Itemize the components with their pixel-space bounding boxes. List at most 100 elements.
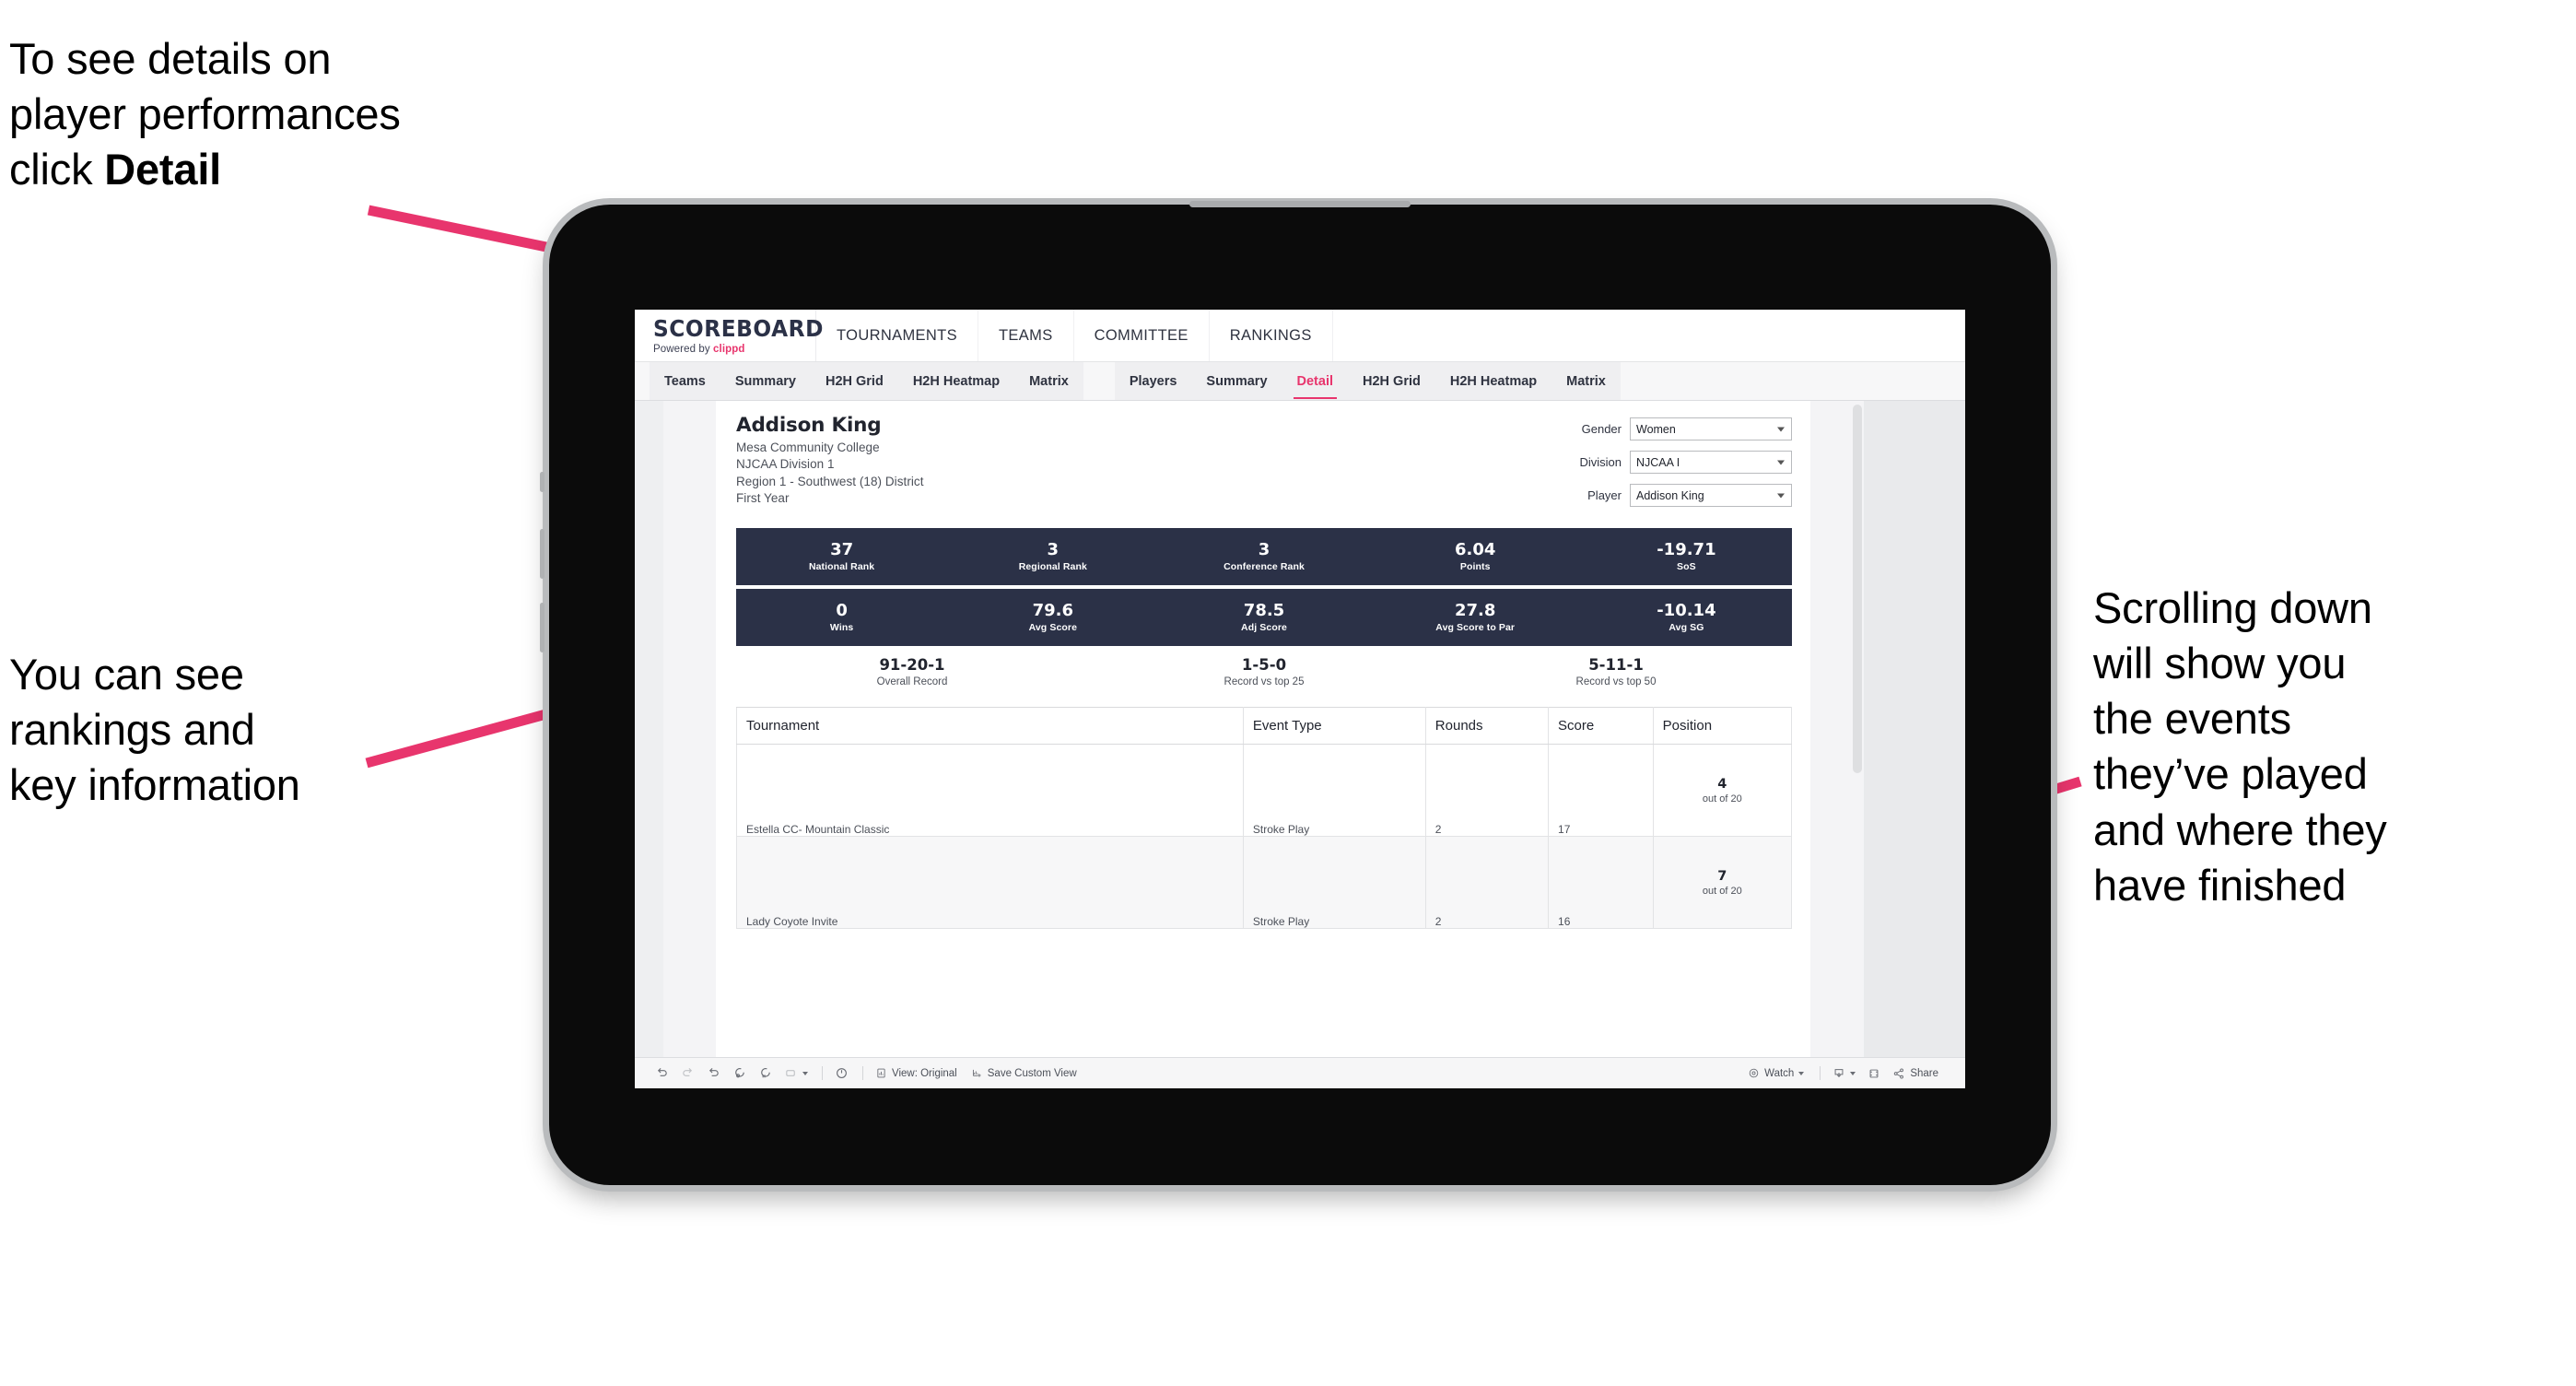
tab-players-matrix[interactable]: Matrix xyxy=(1551,362,1621,400)
chevron-down-icon[interactable] xyxy=(1850,1071,1856,1075)
kpi-value: 79.6 xyxy=(1032,600,1074,620)
tab-teams-h2h-heatmap[interactable]: H2H Heatmap xyxy=(898,362,1014,400)
cell-tournament: Lady Coyote Invite xyxy=(736,836,1244,929)
record-vs-top-25: 1-5-0 Record vs top 25 xyxy=(1088,656,1440,687)
tournament-results-table: Tournament Event Type Rounds Score Posit… xyxy=(736,707,1793,929)
record-summary-row: 91-20-1 Overall Record 1-5-0 Record vs t… xyxy=(736,646,1792,698)
position-field-size: out of 20 xyxy=(1702,793,1742,805)
brand-logo[interactable]: SCOREBOARD Powered by clippd xyxy=(635,310,824,361)
record-value: 1-5-0 xyxy=(1241,656,1287,675)
rectangle-select-icon[interactable] xyxy=(784,1066,808,1080)
tab-group-players: Players Summary Detail H2H Grid H2H Heat… xyxy=(1114,362,1621,400)
tab-teams-matrix[interactable]: Matrix xyxy=(1014,362,1083,400)
filter-select-gender[interactable]: Women xyxy=(1630,417,1792,440)
viz-left-gutter xyxy=(635,401,663,1057)
brand-clippd: clippd xyxy=(713,343,745,355)
tab-players[interactable]: Players xyxy=(1115,362,1192,400)
cell-tournament: Estella CC- Mountain Classic xyxy=(736,744,1244,837)
position-field-size: out of 20 xyxy=(1702,885,1742,897)
view-original-button[interactable]: View: Original xyxy=(875,1067,957,1079)
kpi-value: 6.04 xyxy=(1455,539,1496,559)
refresh-icon[interactable] xyxy=(732,1066,746,1080)
record-label: Record vs top 50 xyxy=(1575,675,1657,687)
tab-players-detail[interactable]: Detail xyxy=(1282,362,1349,400)
column-header-event-type[interactable]: Event Type xyxy=(1242,707,1426,745)
tab-players-summary[interactable]: Summary xyxy=(1191,362,1282,400)
tab-players-h2h-grid[interactable]: H2H Grid xyxy=(1348,362,1435,400)
kpi-value: -10.14 xyxy=(1657,600,1716,620)
record-value: 91-20-1 xyxy=(879,656,945,675)
filter-panel: Gender Women Division NJCAA I Player Add… xyxy=(1516,414,1792,517)
nav-item-rankings[interactable]: RANKINGS xyxy=(1210,310,1333,361)
brand-powered-by: Powered by xyxy=(653,343,714,355)
table-header: Tournament Event Type Rounds Score Posit… xyxy=(736,707,1793,745)
kpi-value: -19.71 xyxy=(1657,539,1716,559)
pause-auto-updates-icon[interactable] xyxy=(835,1066,849,1080)
kpi-label: Avg Score to Par xyxy=(1435,622,1516,634)
table-header-row: Tournament Event Type Rounds Score Posit… xyxy=(736,707,1793,745)
brand-title: SCOREBOARD xyxy=(653,314,824,342)
annotation-click-detail-bold: Detail xyxy=(104,145,222,194)
scrollbar-thumb[interactable] xyxy=(1853,405,1862,773)
watch-button[interactable]: Watch xyxy=(1748,1067,1805,1079)
kpi-value: 3 xyxy=(1047,539,1060,559)
tablet-device-frame: SCOREBOARD Powered by clippd TOURNAMENTS… xyxy=(540,205,2051,1185)
chevron-down-icon[interactable] xyxy=(1798,1071,1805,1075)
chevron-down-icon[interactable] xyxy=(802,1071,808,1075)
filter-row-player: Player Addison King xyxy=(1516,484,1792,507)
filter-select-player[interactable]: Addison King xyxy=(1630,484,1792,507)
column-header-score[interactable]: Score xyxy=(1548,707,1654,745)
nav-item-tournaments[interactable]: TOURNAMENTS xyxy=(816,310,978,361)
undo-icon[interactable] xyxy=(655,1066,669,1080)
column-header-tournament[interactable]: Tournament xyxy=(736,707,1244,745)
revert-icon[interactable] xyxy=(707,1066,720,1080)
annotation-click-detail: To see details on player performances cl… xyxy=(9,31,617,197)
tab-group-teams: Teams Summary H2H Grid H2H Heatmap Matri… xyxy=(650,362,1083,400)
kpi-bar-rankings: 37 National Rank 3 Regional Rank 3 Confe… xyxy=(736,528,1792,585)
column-header-rounds[interactable]: Rounds xyxy=(1424,707,1550,745)
toolbar-divider xyxy=(1820,1066,1821,1080)
device-button-top xyxy=(540,472,544,492)
kpi-wins: 0 Wins xyxy=(736,601,947,634)
share-label: Share xyxy=(1910,1067,1938,1079)
tab-teams-summary[interactable]: Summary xyxy=(720,362,811,400)
visualization-area: Addison King Mesa Community College NJCA… xyxy=(635,401,1965,1057)
player-info-block: Addison King Mesa Community College NJCA… xyxy=(736,414,1516,517)
cell-position: 7 out of 20 xyxy=(1652,836,1793,929)
filter-select-division[interactable]: NJCAA I xyxy=(1630,451,1792,474)
kpi-adj-score: 78.5 Adj Score xyxy=(1158,601,1369,633)
filter-value-player: Addison King xyxy=(1636,488,1704,502)
table-row[interactable]: Lady Coyote Invite Stroke Play 2 16 7 ou… xyxy=(736,836,1793,929)
save-custom-view-button[interactable]: Save Custom View xyxy=(971,1067,1077,1079)
tab-teams[interactable]: Teams xyxy=(650,362,720,400)
record-overall: 91-20-1 Overall Record xyxy=(736,656,1088,687)
kpi-label: Wins xyxy=(829,622,854,634)
kpi-national-rank: 37 National Rank xyxy=(736,540,947,572)
top-navigation: TOURNAMENTS TEAMS COMMITTEE RANKINGS xyxy=(816,310,1333,361)
player-region: Region 1 - Southwest (18) District xyxy=(736,474,924,488)
download-icon[interactable] xyxy=(1832,1067,1856,1080)
tab-teams-h2h-grid[interactable]: H2H Grid xyxy=(811,362,898,400)
kpi-label: SoS xyxy=(1677,561,1696,573)
kpi-points: 6.04 Points xyxy=(1370,539,1581,572)
fullscreen-icon[interactable] xyxy=(1868,1067,1880,1080)
nav-item-teams[interactable]: TEAMS xyxy=(978,310,1074,361)
kpi-value: 27.8 xyxy=(1455,600,1496,620)
kpi-label: Conference Rank xyxy=(1224,561,1305,573)
device-volume-up xyxy=(540,529,544,579)
vertical-scrollbar[interactable] xyxy=(1853,405,1862,1053)
table-row[interactable]: Estella CC- Mountain Classic Stroke Play… xyxy=(736,744,1793,837)
tab-players-h2h-heatmap[interactable]: H2H Heatmap xyxy=(1435,362,1551,400)
pause-icon[interactable] xyxy=(758,1066,772,1080)
share-button[interactable]: Share xyxy=(1892,1067,1938,1080)
viz-bottom-toolbar: View: Original Save Custom View Watch Sh… xyxy=(635,1057,1965,1088)
viz-right-padding xyxy=(1810,401,1864,1057)
kpi-avg-sg: -10.14 Avg SG xyxy=(1581,600,1792,633)
kpi-label: Avg Score xyxy=(1028,622,1078,634)
filter-label-gender: Gender xyxy=(1581,422,1622,436)
redo-icon[interactable] xyxy=(681,1066,695,1080)
brand-tagline: Powered by clippd xyxy=(653,344,815,355)
nav-item-committee[interactable]: COMMITTEE xyxy=(1074,310,1210,361)
column-header-position[interactable]: Position xyxy=(1652,707,1793,745)
kpi-value: 3 xyxy=(1258,539,1270,559)
